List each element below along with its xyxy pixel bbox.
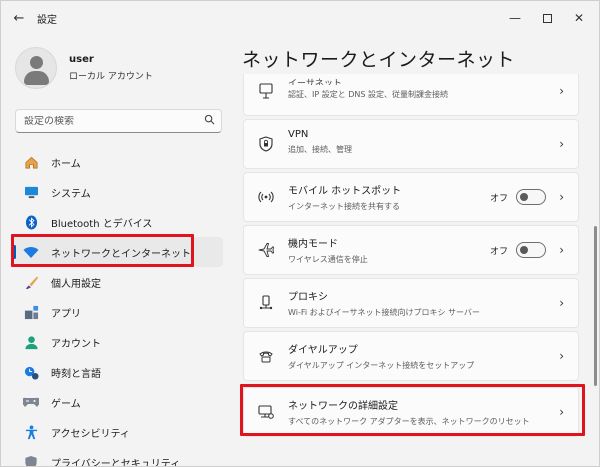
card-subtitle: すべてのネットワーク アダプターを表示、ネットワークのリセット [288,417,530,426]
card-vpn[interactable]: VPN 追加、接続、管理 › [243,119,579,169]
sidebar-item-label: 個人用設定 [51,278,101,290]
bluetooth-icon [23,214,39,230]
card-title: 機内モード [288,239,338,250]
scrollbar[interactable] [594,226,597,386]
card-ethernet[interactable]: イーサネット 認証、IP 設定と DNS 設定、従量制課金接続 › [243,74,579,116]
card-title: ダイヤルアップ [288,345,358,356]
sidebar-item-label: アカウント [51,338,101,350]
proxy-icon [258,295,274,311]
chevron-right-icon: › [559,190,564,204]
sidebar-item-network[interactable]: ネットワークとインターネット [11,237,223,267]
card-advanced-network[interactable]: ネットワークの詳細設定 すべてのネットワーク アダプターを表示、ネットワークのリ… [243,387,579,437]
card-title: VPN [288,129,309,140]
sidebar-item-label: ゲーム [51,398,81,410]
card-subtitle: 認証、IP 設定と DNS 設定、従量制課金接続 [288,90,449,99]
avatar [15,47,57,89]
card-subtitle: ワイヤレス通信を停止 [288,255,368,264]
sidebar-item-privacy[interactable]: プライバシーとセキュリティ [11,447,223,467]
user-account-type: ローカル アカウント [69,72,153,82]
airplane-toggle[interactable] [516,242,546,258]
minimize-button[interactable]: — [501,1,529,35]
chevron-right-icon: › [559,405,564,419]
network-adapter-icon [258,404,274,420]
home-icon [23,154,39,170]
hotspot-toggle[interactable] [516,189,546,205]
sidebar-nav: ホーム システム Bluetooth とデバイス ネットワークとインターネット [11,147,223,467]
sidebar-item-label: システム [51,188,91,200]
airplane-icon [258,242,274,258]
card-title: プロキシ [288,292,328,303]
back-button[interactable]: ← [1,1,37,35]
sidebar-item-system[interactable]: システム [11,177,223,207]
hotspot-icon [258,189,274,205]
sidebar-item-label: アプリ [51,308,81,320]
card-title: ネットワークの詳細設定 [288,401,398,412]
card-proxy[interactable]: プロキシ Wi-Fi およびイーサネット接続向けプロキシ サーバー › [243,278,579,328]
maximize-icon [542,13,552,23]
sidebar-item-time-language[interactable]: 時刻と言語 [11,357,223,387]
chevron-right-icon: › [559,137,564,151]
sidebar-item-bluetooth[interactable]: Bluetooth とデバイス [11,207,223,237]
sidebar-item-label: アクセシビリティ [51,428,130,440]
close-button[interactable]: ✕ [565,1,593,35]
toggle-state-label: オフ [489,247,508,257]
vpn-shield-icon [258,136,274,152]
chevron-right-icon: › [559,349,564,363]
maximize-button[interactable] [533,1,561,35]
ethernet-icon [258,83,274,99]
search-box[interactable] [15,109,222,133]
user-name: user [69,54,94,65]
card-subtitle: インターネット接続を共有する [288,202,400,211]
search-icon[interactable] [204,114,215,128]
close-icon: ✕ [573,11,585,25]
sidebar-item-label: ホーム [51,158,81,170]
sidebar-item-accounts[interactable]: アカウント [11,327,223,357]
account-icon [23,334,39,350]
sidebar-item-gaming[interactable]: ゲーム [11,387,223,417]
sidebar-item-label: 時刻と言語 [51,368,101,380]
sidebar: user ローカル アカウント ホーム システム [1,35,231,467]
sidebar-item-personalization[interactable]: 個人用設定 [11,267,223,297]
window-title: 設定 [37,14,57,26]
minimize-icon: — [509,11,521,25]
settings-window: ← 設定 — ✕ user ローカル アカウント 設定の検索 ホーム システム … [0,0,600,467]
system-icon [23,184,39,200]
arrow-left-icon: ← [13,10,25,26]
chevron-right-icon: › [559,243,564,257]
title-bar: ← 設定 — ✕ [1,1,599,35]
search-input[interactable] [24,115,194,127]
clock-icon [23,364,39,380]
card-title: イーサネット [288,79,342,85]
sidebar-item-accessibility[interactable]: アクセシビリティ [11,417,223,447]
sidebar-item-label: Bluetooth とデバイス [51,218,153,230]
toggle-state-label: オフ [489,194,508,204]
card-subtitle: Wi-Fi およびイーサネット接続向けプロキシ サーバー [288,308,480,317]
card-dialup[interactable]: ダイヤルアップ ダイヤルアップ インターネット接続をセットアップ › [243,331,579,381]
chevron-right-icon: › [559,84,564,98]
sidebar-item-apps[interactable]: アプリ [11,297,223,327]
card-subtitle: ダイヤルアップ インターネット接続をセットアップ [288,361,475,370]
page-title: ネットワークとインターネット [242,49,516,71]
brush-icon [23,274,39,290]
shield-icon [23,454,39,466]
sidebar-item-label: プライバシーとセキュリティ [51,458,181,467]
card-airplane-mode[interactable]: 機内モード ワイヤレス通信を停止 オフ › [243,225,579,275]
card-title: モバイル ホットスポット [288,186,402,197]
chevron-right-icon: › [559,296,564,310]
accessibility-icon [23,424,39,440]
sidebar-item-home[interactable]: ホーム [11,147,223,177]
card-subtitle: 追加、接続、管理 [288,145,352,154]
user-profile[interactable]: user ローカル アカウント [15,47,153,89]
apps-icon [23,304,39,320]
sidebar-item-label: ネットワークとインターネット [51,248,191,260]
dialup-icon [258,348,274,364]
gamepad-icon [23,394,39,410]
wifi-icon [23,244,39,260]
card-mobile-hotspot[interactable]: モバイル ホットスポット インターネット接続を共有する オフ › [243,172,579,222]
